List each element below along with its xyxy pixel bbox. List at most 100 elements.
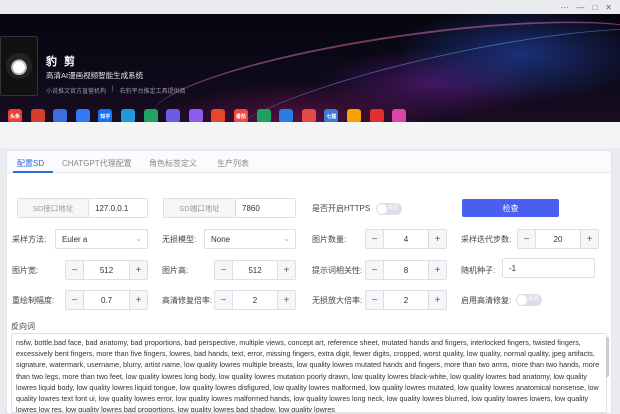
hires-scale-value: 2	[252, 295, 258, 305]
decrement-button[interactable]: −	[66, 261, 84, 279]
platform-app-icon[interactable]	[211, 109, 226, 122]
decrement-button[interactable]: −	[366, 291, 384, 309]
platform-app-icon[interactable]	[75, 109, 90, 122]
close-icon[interactable]: ✕	[605, 3, 612, 12]
image-count-value: 4	[403, 234, 409, 244]
increment-button[interactable]: +	[277, 291, 295, 309]
https-toggle-label: 关闭	[388, 205, 399, 211]
decrement-button[interactable]: −	[518, 230, 536, 248]
toolbar-strip	[0, 122, 620, 148]
platform-app-row: 头条 知乎 番茄 七猫	[8, 109, 407, 122]
platform-app-icon[interactable]	[53, 109, 68, 122]
increment-button[interactable]: +	[428, 230, 446, 248]
height-value: 512	[248, 265, 262, 275]
maximize-icon[interactable]: □	[592, 3, 597, 12]
increment-button[interactable]: +	[277, 261, 295, 279]
increment-button[interactable]: +	[129, 261, 147, 279]
platform-app-icon[interactable]: 头条	[8, 109, 22, 122]
header-links: 小说推文官方直营机构 | 右豹平台推定工具提供商	[46, 86, 186, 95]
lossless-model-label: 无损模型:	[162, 235, 197, 244]
cfg-stepper[interactable]: − 8 +	[365, 260, 447, 280]
hires-scale-label: 高清修复倍率:	[162, 296, 213, 305]
increment-button[interactable]: +	[580, 230, 598, 248]
width-stepper[interactable]: − 512 +	[65, 260, 148, 280]
window-controls: ⋯ — □ ✕	[560, 3, 612, 12]
platform-app-icon[interactable]	[120, 109, 135, 122]
sample-steps-value: 20	[553, 234, 563, 244]
platform-app-icon[interactable]	[188, 109, 203, 122]
minimize-icon[interactable]: —	[576, 3, 584, 12]
upscale-value: 2	[403, 295, 409, 305]
redraw-value: 0.7	[100, 295, 113, 305]
sampler-label: 采样方法:	[12, 235, 47, 244]
app-title: 豹 剪	[46, 56, 78, 68]
increment-button[interactable]: +	[428, 291, 446, 309]
decrement-button[interactable]: −	[366, 261, 384, 279]
https-toggle[interactable]: 关闭	[376, 203, 402, 215]
decrement-button[interactable]: −	[366, 230, 384, 248]
width-label: 图片宽:	[12, 266, 39, 275]
platform-app-icon[interactable]: 七猫	[324, 109, 339, 122]
sd-port-value: 7860	[242, 203, 260, 213]
tab-production-list[interactable]: 生产列表	[217, 158, 249, 169]
redraw-label: 重绘制幅度:	[12, 296, 55, 305]
platform-app-icon[interactable]: 番茄	[233, 109, 248, 122]
hires-toggle-label: 关闭	[528, 296, 539, 302]
lossless-model-select[interactable]: None ⌄	[204, 229, 296, 249]
platform-app-icon[interactable]	[143, 109, 158, 122]
platform-app-icon[interactable]: 知乎	[98, 109, 113, 122]
negative-prompt-textarea[interactable]: nsfw, bottle,bad face, bad anatomy, bad …	[11, 333, 607, 413]
sd-host-input[interactable]: SD接口地址 127.0.0.1	[17, 198, 148, 218]
paw-logo-icon	[6, 53, 32, 79]
app-logo	[0, 36, 38, 96]
seed-value: -1	[509, 263, 517, 273]
platform-app-icon[interactable]	[369, 109, 384, 122]
tab-bar: 配置SD CHATGPT代理配置 角色标签定义 生产列表	[7, 151, 611, 173]
cfg-label: 提示词相关性:	[312, 266, 363, 275]
seed-input[interactable]: -1	[502, 258, 595, 278]
tab-role-tags[interactable]: 角色标签定义	[149, 158, 197, 169]
header-link-provider[interactable]: 右豹平台推定工具提供商	[120, 86, 186, 95]
header-link-separator: |	[112, 86, 114, 92]
width-value: 512	[99, 265, 114, 275]
negative-prompt-label: 反向词	[11, 322, 35, 331]
sd-host-label: SD接口地址	[18, 199, 89, 217]
platform-app-icon[interactable]	[279, 109, 294, 122]
image-count-label: 图片数量:	[312, 235, 347, 244]
hires-enable-toggle[interactable]: 关闭	[516, 294, 542, 306]
redraw-stepper[interactable]: − 0.7 +	[65, 290, 148, 310]
height-stepper[interactable]: − 512 +	[214, 260, 296, 280]
hires-scale-stepper[interactable]: − 2 +	[214, 290, 296, 310]
header-link-official[interactable]: 小说推文官方直营机构	[46, 86, 106, 95]
increment-button[interactable]: +	[129, 291, 147, 309]
platform-app-icon[interactable]	[346, 109, 361, 122]
image-count-stepper[interactable]: − 4 +	[365, 229, 447, 249]
textarea-scrollbar[interactable]	[606, 337, 609, 377]
sample-steps-stepper[interactable]: − 20 +	[517, 229, 599, 249]
increment-button[interactable]: +	[428, 261, 446, 279]
upscale-label: 无损放大倍率:	[312, 296, 363, 305]
tab-chatgpt-proxy[interactable]: CHATGPT代理配置	[62, 158, 132, 169]
check-button[interactable]: 检查	[462, 199, 559, 217]
sd-port-input[interactable]: SD端口地址 7860	[163, 198, 296, 218]
sd-port-label: SD端口地址	[164, 199, 236, 217]
sampler-select[interactable]: Euler a ⌄	[55, 229, 148, 249]
platform-app-icon[interactable]	[256, 109, 271, 122]
hires-enable-label: 启用高清修复:	[461, 296, 512, 305]
decrement-button[interactable]: −	[215, 261, 233, 279]
platform-app-icon[interactable]	[30, 109, 45, 122]
platform-app-icon[interactable]	[392, 109, 407, 122]
upscale-stepper[interactable]: − 2 +	[365, 290, 447, 310]
more-icon[interactable]: ⋯	[560, 3, 568, 12]
platform-app-icon[interactable]	[166, 109, 181, 122]
tab-sd-config[interactable]: 配置SD	[17, 158, 44, 169]
settings-panel: 配置SD CHATGPT代理配置 角色标签定义 生产列表 SD接口地址 127.…	[6, 150, 612, 414]
decrement-button[interactable]: −	[66, 291, 84, 309]
decrement-button[interactable]: −	[215, 291, 233, 309]
active-tab-indicator	[13, 171, 53, 173]
https-label: 是否开启HTTPS	[312, 204, 371, 213]
sample-steps-label: 采样迭代步数:	[461, 235, 512, 244]
chevron-down-icon: ⌄	[283, 234, 290, 243]
sd-host-value: 127.0.0.1	[95, 203, 129, 213]
platform-app-icon[interactable]	[301, 109, 316, 122]
